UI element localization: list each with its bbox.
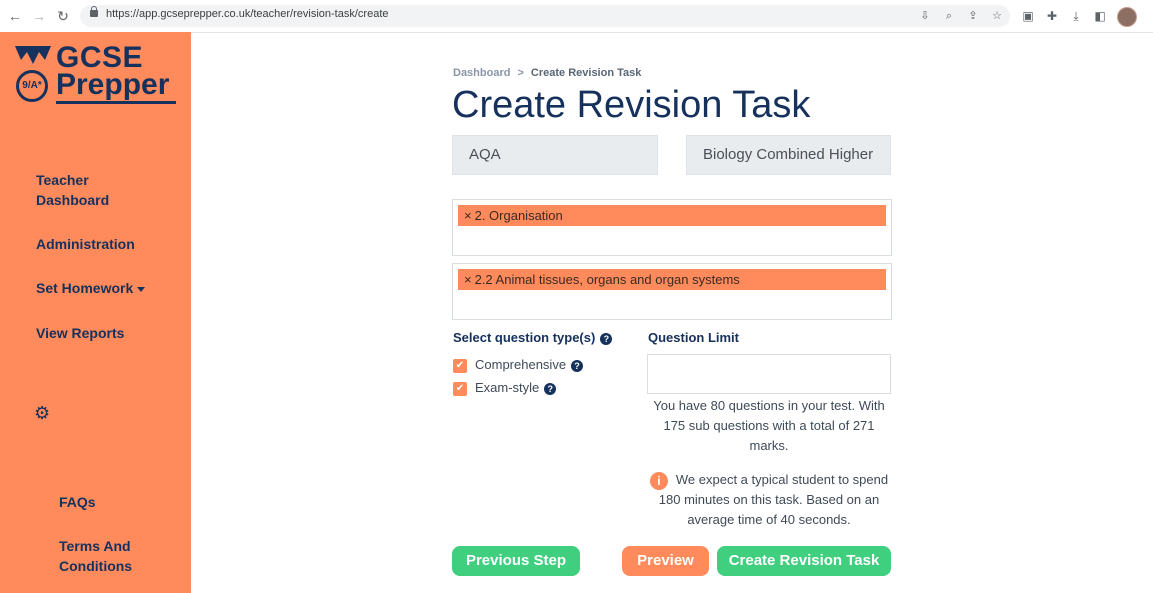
- remove-tag-icon[interactable]: ×: [464, 272, 472, 287]
- breadcrumb: Dashboard > Create Revision Task: [453, 67, 641, 79]
- address-bar[interactable]: https://app.gcseprepper.co.uk/teacher/re…: [80, 5, 1010, 27]
- help-icon[interactable]: ?: [544, 382, 557, 395]
- remove-tag-icon[interactable]: ×: [464, 208, 472, 223]
- help-icon[interactable]: ?: [600, 332, 613, 345]
- sidebar-item-administration[interactable]: Administration: [36, 234, 135, 254]
- extension-icon[interactable]: ▣: [1020, 8, 1036, 24]
- sidebar-item-teacher-dashboard[interactable]: Teacher Dashboard: [36, 170, 116, 210]
- subtopic-multiselect[interactable]: × 2.2 Animal tissues, organs and organ sy…: [452, 263, 892, 320]
- breadcrumb-separator: >: [517, 67, 524, 79]
- bookmark-star-icon[interactable]: ☆: [990, 9, 1004, 23]
- puzzle-icon[interactable]: ✚: [1044, 8, 1060, 24]
- topic-multiselect[interactable]: × 2. Organisation: [452, 199, 892, 256]
- sidebar: 9/A* GCSE Prepper Teacher Dashboard Admi…: [0, 32, 191, 593]
- caret-down-icon: [137, 286, 146, 292]
- breadcrumb-dashboard-link[interactable]: Dashboard: [453, 67, 510, 79]
- question-type-label: Select question type(s)?: [453, 330, 613, 345]
- create-revision-task-button[interactable]: Create Revision Task: [717, 546, 891, 576]
- question-type-label-text: Select question type(s): [453, 330, 596, 345]
- time-estimate: i We expect a typical student to spend 18…: [647, 470, 891, 530]
- question-limit-label: Question Limit: [648, 330, 739, 345]
- time-estimate-text: We expect a typical student to spend 180…: [658, 472, 889, 527]
- lock-icon: [90, 6, 98, 17]
- sidebar-item-label: Set Homework: [36, 280, 134, 296]
- checkbox-comprehensive[interactable]: ✔: [453, 358, 467, 373]
- reload-icon[interactable]: ↻: [54, 7, 72, 25]
- checkbox-exam-style[interactable]: ✔: [453, 381, 467, 396]
- logo-underline: [56, 101, 176, 104]
- back-icon[interactable]: ←: [6, 7, 24, 25]
- topic-tag: × 2. Organisation: [458, 205, 886, 226]
- browser-toolbar: ← → ↻ https://app.gcseprepper.co.uk/teac…: [0, 0, 1153, 33]
- forward-icon[interactable]: →: [30, 7, 48, 25]
- sidebar-item-faqs[interactable]: FAQs: [59, 492, 96, 512]
- sidebar-item-set-homework[interactable]: Set Homework: [36, 278, 146, 298]
- previous-step-button[interactable]: Previous Step: [452, 546, 580, 576]
- checkbox-comprehensive-row[interactable]: ✔ Comprehensive?: [453, 357, 584, 373]
- checkbox-label: Exam-style: [475, 380, 540, 395]
- profile-avatar[interactable]: [1117, 7, 1137, 27]
- sidebar-item-view-reports[interactable]: View Reports: [36, 323, 124, 343]
- logo-text-prepper: Prepper: [56, 68, 170, 101]
- side-panel-icon[interactable]: ◧: [1092, 8, 1108, 24]
- subtopic-tag: × 2.2 Animal tissues, organs and organ sy…: [458, 269, 886, 290]
- download-icon[interactable]: ⤓: [1068, 8, 1084, 24]
- breadcrumb-current: Create Revision Task: [530, 67, 642, 79]
- subtopic-tag-label: 2.2 Animal tissues, organs and organ sys…: [474, 272, 740, 287]
- topic-tag-label: 2. Organisation: [474, 208, 563, 223]
- url-text[interactable]: https://app.gcseprepper.co.uk/teacher/re…: [106, 8, 389, 20]
- gear-icon[interactable]: ⚙: [34, 404, 52, 422]
- logo-badge: 9/A*: [16, 70, 48, 102]
- install-icon[interactable]: ⇩: [918, 9, 932, 23]
- sidebar-item-terms[interactable]: Terms And Conditions: [59, 536, 139, 576]
- share-icon[interactable]: ⇪: [966, 9, 980, 23]
- checkbox-label: Comprehensive: [475, 357, 567, 372]
- preview-button[interactable]: Preview: [622, 546, 709, 576]
- page-title: Create Revision Task: [452, 84, 811, 126]
- course-select[interactable]: Biology Combined Higher: [686, 135, 891, 175]
- help-icon[interactable]: ?: [571, 359, 584, 372]
- questions-summary-text: You have 80 questions in your test. With…: [653, 398, 885, 453]
- info-icon: i: [649, 471, 668, 490]
- zoom-icon[interactable]: ⌕: [942, 9, 956, 23]
- question-limit-input[interactable]: [647, 354, 891, 394]
- exam-board-select[interactable]: AQA: [452, 135, 658, 175]
- checkbox-exam-style-row[interactable]: ✔ Exam-style?: [453, 380, 557, 396]
